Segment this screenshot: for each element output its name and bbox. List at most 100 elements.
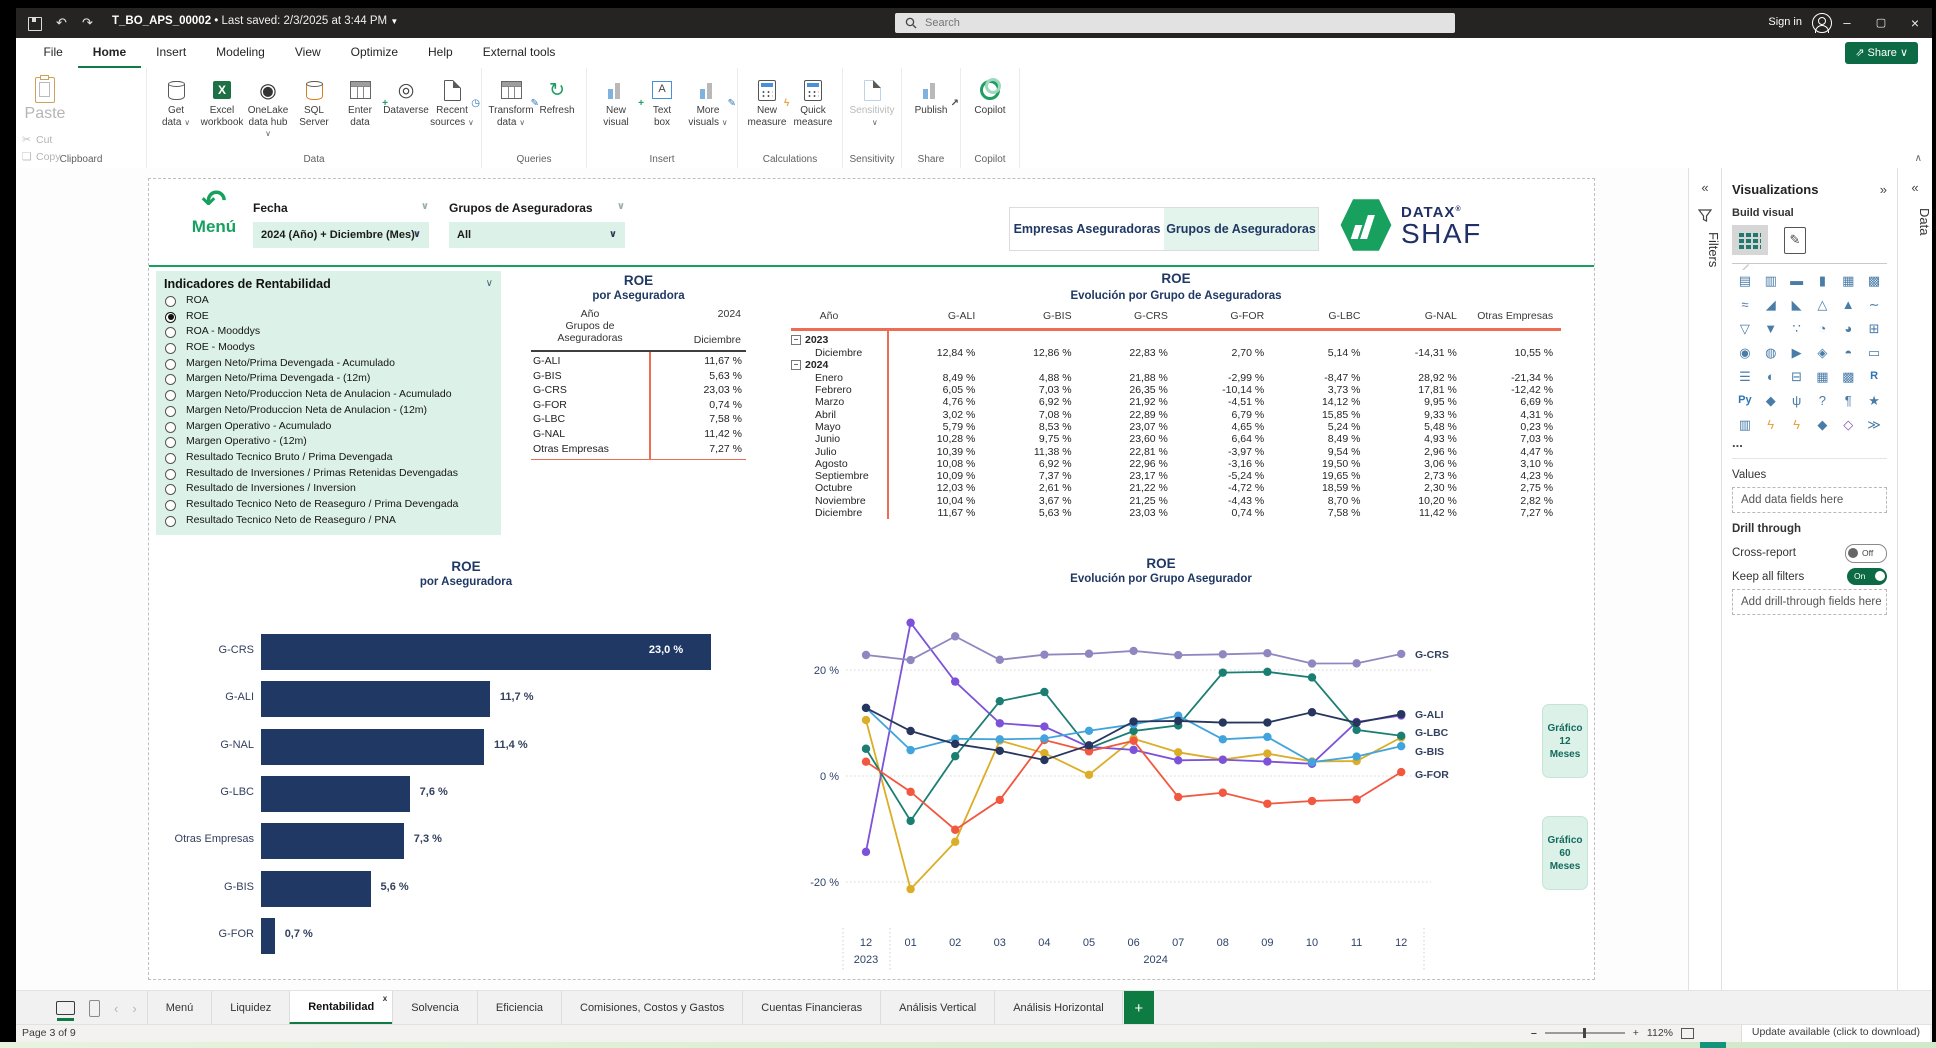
bar-otras-empresas[interactable]: Otras Empresas7,3 %: [156, 823, 776, 859]
data-pane-collapsed[interactable]: « Data: [1897, 168, 1932, 990]
document-title[interactable]: T_BO_APS_00002 • Last saved: 2/3/2025 at…: [112, 15, 398, 27]
page-tab-menú[interactable]: Menú: [147, 991, 212, 1025]
search-input[interactable]: [895, 13, 1455, 33]
bar-g-for[interactable]: G-FOR0,7 %: [156, 918, 776, 954]
format-visual-mode-button[interactable]: ✎: [1784, 227, 1806, 254]
fit-to-page-icon[interactable]: [1681, 1028, 1694, 1039]
stacked-area-chart-icon[interactable]: ◣: [1784, 296, 1810, 313]
series-g-crs[interactable]: [862, 632, 1406, 668]
card-icon[interactable]: ▭: [1861, 344, 1887, 361]
clustered-column-chart-icon[interactable]: ▮: [1810, 272, 1836, 289]
ribbon-tab-insert[interactable]: Insert: [141, 38, 201, 66]
cut-button[interactable]: ✂Cut: [22, 132, 104, 149]
ribbon-tab-optimize[interactable]: Optimize: [336, 38, 413, 66]
paste-button[interactable]: Paste: [22, 75, 68, 123]
text-box-button[interactable]: ATextbox: [639, 75, 685, 128]
add-drill-through-well[interactable]: Add drill-through fields here: [1732, 589, 1887, 615]
ribbon-tab-external-tools[interactable]: External tools: [468, 38, 571, 66]
table-icon[interactable]: ▦: [1810, 368, 1836, 385]
qa-icon[interactable]: ?: [1810, 392, 1836, 409]
add-page-button[interactable]: +: [1124, 991, 1154, 1025]
grupos-dropdown[interactable]: All∨: [449, 222, 625, 248]
100-stacked-column-chart-icon[interactable]: ▩: [1861, 272, 1887, 289]
sign-in-button[interactable]: Sign in: [1768, 16, 1802, 28]
collapse-ribbon-icon[interactable]: ∧: [1915, 153, 1922, 164]
line-and-stacked-column-chart-icon[interactable]: △: [1810, 296, 1836, 313]
paginated-report-icon[interactable]: ▥: [1732, 416, 1758, 433]
page-tab-análisis-horizontal[interactable]: Análisis Horizontal: [994, 991, 1122, 1025]
slicer-option[interactable]: Margen Operativo - (12m): [156, 434, 501, 450]
ribbon-chart-icon[interactable]: ∼: [1861, 296, 1887, 313]
table-row[interactable]: −2023: [791, 334, 1561, 347]
grafico-12-meses-button[interactable]: Gráfico12Meses: [1542, 704, 1588, 778]
key-influencers-icon[interactable]: ◆: [1758, 392, 1784, 409]
slicer-option[interactable]: ROE: [156, 309, 501, 325]
goals-icon[interactable]: ★: [1861, 392, 1887, 409]
slicer-option[interactable]: Resultado Tecnico Bruto / Prima Devengad…: [156, 450, 501, 466]
treemap-icon[interactable]: ⊞: [1861, 320, 1887, 337]
expand-pane-icon[interactable]: »: [1880, 182, 1887, 197]
slicer-option[interactable]: Resultado de Inversiones / Inversion: [156, 481, 501, 497]
slicer-option[interactable]: Margen Neto/Prima Devengada - Acumulado: [156, 356, 501, 372]
waterfall-chart-icon[interactable]: ▽: [1732, 320, 1758, 337]
bar-g-nal[interactable]: G-NAL11,4 %: [156, 729, 776, 765]
page-tab-comisiones-costos-y-gastos[interactable]: Comisiones, Costos y Gastos: [561, 991, 742, 1025]
r-script-icon[interactable]: R: [1861, 368, 1887, 385]
quick-measure-button[interactable]: ϟQuickmeasure: [790, 75, 836, 128]
filled-map-icon[interactable]: ◍: [1758, 344, 1784, 361]
refresh-button[interactable]: ↻Refresh: [534, 75, 580, 128]
filters-pane-collapsed[interactable]: « Filters: [1688, 168, 1721, 990]
excel-workbook-button[interactable]: XExcelworkbook: [199, 75, 245, 128]
save-icon[interactable]: [28, 17, 42, 31]
undo-icon[interactable]: ↶: [56, 15, 67, 31]
area-chart-icon[interactable]: ◢: [1758, 296, 1784, 313]
keep-all-filters-toggle[interactable]: On: [1847, 568, 1887, 585]
slicer-option[interactable]: Margen Neto/Produccion Neta de Anulacion…: [156, 403, 501, 419]
kpi-icon[interactable]: ◐: [1758, 368, 1784, 385]
next-page-icon[interactable]: ›: [132, 1001, 136, 1016]
slicer-option[interactable]: Margen Neto/Produccion Neta de Anulacion…: [156, 387, 501, 403]
close-tab-icon[interactable]: x: [383, 994, 387, 1003]
more-visuals-button[interactable]: ✎Morevisuals ∨: [685, 75, 731, 128]
fecha-dropdown[interactable]: 2024 (Año) + Diciembre (Mes)∨: [253, 222, 429, 248]
expand-filters-icon[interactable]: «: [1689, 180, 1721, 195]
funnel-chart-icon[interactable]: ▼: [1758, 320, 1784, 337]
desktop-view-icon[interactable]: [56, 1001, 75, 1015]
power-automate-icon[interactable]: ϟ: [1784, 416, 1810, 433]
recent-sources-button[interactable]: ◷Recentsources ∨: [429, 75, 475, 128]
slicer-icon[interactable]: ⊟: [1784, 368, 1810, 385]
ribbon-tab-file[interactable]: File: [28, 38, 77, 66]
add-data-fields-well[interactable]: Add data fields here: [1732, 487, 1887, 513]
onelake-data-hub-button[interactable]: ◉OneLakedata hub ∨: [245, 75, 291, 140]
page-tab-solvencia[interactable]: Solvencia: [392, 991, 477, 1025]
copilot-button[interactable]: Copilot: [967, 75, 1013, 128]
share-button[interactable]: ⇗ Share ∨: [1845, 42, 1918, 64]
map-icon[interactable]: ◉: [1732, 344, 1758, 361]
page-tab-rentabilidad[interactable]: Rentabilidadx: [289, 991, 392, 1025]
redo-icon[interactable]: ↷: [82, 15, 93, 31]
ribbon-tab-home[interactable]: Home: [78, 38, 141, 69]
account-avatar[interactable]: [1812, 13, 1832, 33]
slicer-option[interactable]: ROA: [156, 293, 501, 309]
slicer-option[interactable]: Resultado Tecnico Neto de Reaseguro / PN…: [156, 513, 501, 529]
marketplace-icon[interactable]: ◇: [1835, 416, 1861, 433]
grupos-aseguradoras-button[interactable]: Grupos de Aseguradoras: [1164, 208, 1318, 250]
page-tab-liquidez[interactable]: Liquidez: [211, 991, 289, 1025]
clustered-bar-chart-icon[interactable]: ▬: [1784, 272, 1810, 289]
minimize-button[interactable]: –: [1830, 8, 1864, 38]
page-tab-análisis-vertical[interactable]: Análisis Vertical: [880, 991, 994, 1025]
multi-row-card-icon[interactable]: ☰: [1732, 368, 1758, 385]
azure-map-icon[interactable]: ◈: [1810, 344, 1836, 361]
zoom-slider[interactable]: [1545, 1032, 1625, 1034]
previous-page-icon[interactable]: ‹: [114, 1001, 118, 1016]
maximize-button[interactable]: ▢: [1864, 8, 1898, 38]
close-button[interactable]: ×: [1898, 8, 1932, 38]
gauge-icon[interactable]: ◓: [1835, 344, 1861, 361]
zoom-out-icon[interactable]: –: [1531, 1027, 1537, 1039]
slicer-option[interactable]: ROE - Moodys: [156, 340, 501, 356]
matrix-icon[interactable]: ▩: [1835, 368, 1861, 385]
get-data-button[interactable]: Getdata ∨: [153, 75, 199, 128]
python-icon[interactable]: Py: [1732, 392, 1758, 409]
more-visual-options[interactable]: ...: [1732, 435, 1887, 450]
expand-data-icon[interactable]: «: [1898, 180, 1932, 195]
